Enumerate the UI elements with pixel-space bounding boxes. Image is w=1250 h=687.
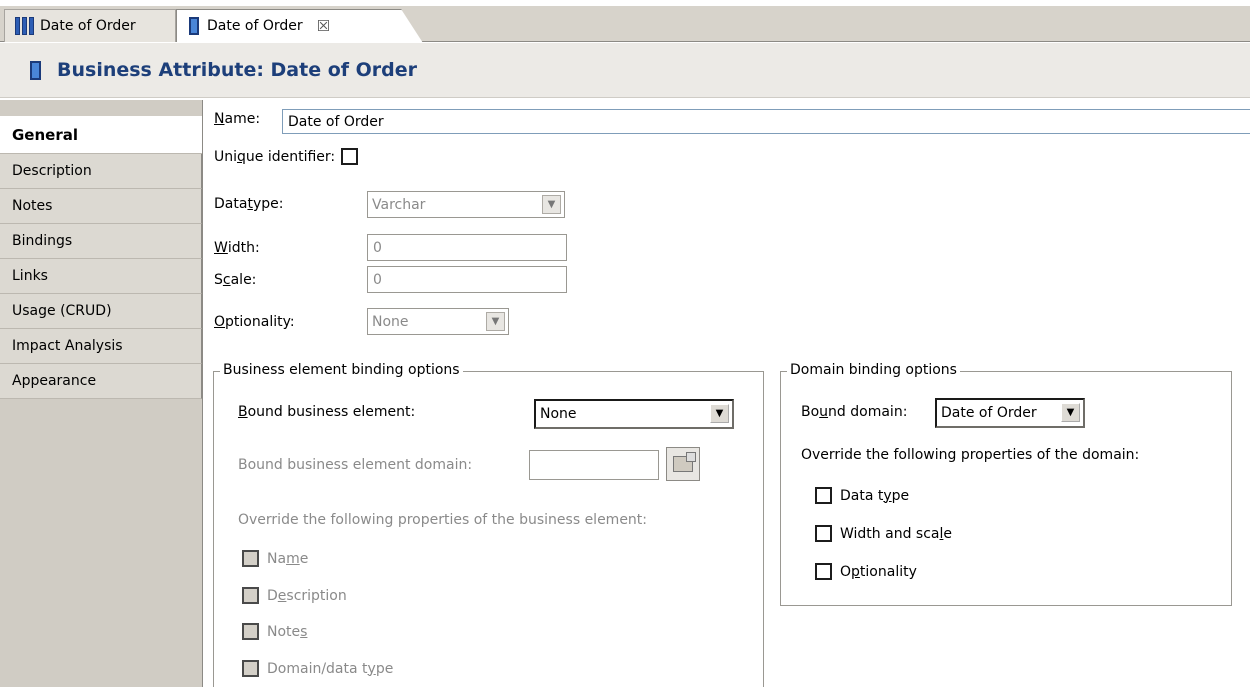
name-field[interactable]: Date of Order xyxy=(282,109,1250,134)
override-optionality-checkbox[interactable] xyxy=(815,563,832,580)
entity-columns-icon xyxy=(15,17,34,35)
override-optionality-row: Optionality xyxy=(815,563,917,580)
bound-business-element-value: None xyxy=(540,406,577,422)
unique-identifier-row: Unique identifier: xyxy=(214,148,359,165)
tab-label: Date of Order xyxy=(207,18,303,34)
override-optionality-label: Optionality xyxy=(840,563,917,580)
chevron-down-icon: ▼ xyxy=(1061,403,1080,422)
nav-item-usage-crud[interactable]: Usage (CRUD) xyxy=(0,294,202,329)
bound-domain-select[interactable]: Date of Order ▼ xyxy=(935,398,1085,428)
scale-label: Sc ale: xyxy=(214,272,257,288)
override-notes-row: Notes xyxy=(242,623,307,640)
width-value: 0 xyxy=(373,239,382,256)
tab-entity-date-of-order[interactable]: Date of Order xyxy=(4,9,176,42)
domain-override-label: Override the following properties of the… xyxy=(801,447,1140,463)
override-width-scale-checkbox[interactable] xyxy=(815,525,832,542)
width-label: Width: xyxy=(214,240,260,256)
properties-icon xyxy=(673,452,696,472)
override-data-type-label: Data type xyxy=(840,487,910,504)
data-type-value: Varchar xyxy=(372,196,426,213)
group-title: Domain binding options xyxy=(787,362,960,378)
group-title: Business element binding options xyxy=(220,362,463,378)
section-nav: General Description Notes Bindings Links… xyxy=(0,100,203,687)
nav-item-links[interactable]: Links xyxy=(0,259,202,294)
chevron-down-icon: ▼ xyxy=(542,195,561,214)
bound-domain-value: Date of Order xyxy=(941,405,1037,421)
data-type-label: Data t ype: xyxy=(214,196,284,212)
unique-identifier-label: Unique identifier: xyxy=(214,148,336,165)
override-domain-data-type-row: Domain/data type xyxy=(242,660,393,677)
tab-label: Date of Order xyxy=(40,18,136,34)
override-domain-data-type-checkbox[interactable] xyxy=(242,660,259,677)
width-field[interactable]: 0 xyxy=(367,234,567,261)
override-description-label: Description xyxy=(267,587,347,604)
override-name-label: Name xyxy=(267,550,309,567)
nav-spacer xyxy=(0,100,202,116)
bound-business-element-label: Bound business element: xyxy=(238,404,416,420)
override-name-row: Name xyxy=(242,550,308,567)
domain-binding-group: Domain binding options Bo u nd domain: Dat… xyxy=(780,362,1232,606)
optionality-select[interactable]: None ▼ xyxy=(367,308,509,335)
override-data-type-checkbox[interactable] xyxy=(815,487,832,504)
override-width-scale-row: Width and scale xyxy=(815,525,952,542)
attribute-icon xyxy=(30,60,41,80)
override-width-scale-label: Width and scale xyxy=(840,525,952,542)
nav-item-appearance[interactable]: Appearance xyxy=(0,364,202,399)
data-type-select[interactable]: Varchar ▼ xyxy=(367,191,565,218)
bound-business-element-select[interactable]: None ▼ xyxy=(534,399,734,429)
unique-identifier-checkbox[interactable] xyxy=(341,148,359,165)
name-label: Name: xyxy=(214,111,261,127)
close-icon[interactable]: ☒ xyxy=(317,17,330,35)
business-element-binding-group: Business element binding options Bound b… xyxy=(213,362,764,687)
scale-field[interactable]: 0 xyxy=(367,266,567,293)
nav-item-bindings[interactable]: Bindings xyxy=(0,224,202,259)
override-description-checkbox[interactable] xyxy=(242,587,259,604)
override-name-checkbox[interactable] xyxy=(242,550,259,567)
name-value: Date of Order xyxy=(288,113,384,130)
editor-tab-bar: Date of Order Date of Order ☒ xyxy=(0,6,1250,43)
nav-item-impact-analysis[interactable]: Impact Analysis xyxy=(0,329,202,364)
tab-attribute-date-of-order[interactable]: Date of Order ☒ xyxy=(176,9,423,43)
nav-item-description[interactable]: Description xyxy=(0,154,202,189)
bound-business-element-domain-field[interactable] xyxy=(529,450,659,480)
business-override-label: Override the following properties of the… xyxy=(238,512,648,528)
page-title: Business Attribute: Date of Order xyxy=(57,59,418,81)
override-description-row: Description xyxy=(242,587,347,604)
editor-header: Business Attribute: Date of Order xyxy=(0,43,1250,98)
chevron-down-icon: ▼ xyxy=(486,312,505,331)
chevron-down-icon: ▼ xyxy=(710,404,729,423)
bound-domain-label: Bo u nd domain: xyxy=(801,404,908,420)
bound-business-element-domain-label: Bound business element domain: xyxy=(238,457,473,473)
optionality-value: None xyxy=(372,313,409,330)
nav-item-general[interactable]: General xyxy=(0,116,202,154)
browse-domain-button[interactable] xyxy=(666,447,700,481)
scale-value: 0 xyxy=(373,271,382,288)
override-notes-checkbox[interactable] xyxy=(242,623,259,640)
general-form: Name: Date of Order Unique identifier: D… xyxy=(204,100,1250,687)
optionality-label: Optionality: xyxy=(214,314,295,330)
override-domain-data-type-label: Domain/data type xyxy=(267,660,394,677)
override-notes-label: Notes xyxy=(267,623,308,640)
override-data-type-row: Data type xyxy=(815,487,909,504)
attribute-icon xyxy=(189,17,199,35)
nav-item-notes[interactable]: Notes xyxy=(0,189,202,224)
